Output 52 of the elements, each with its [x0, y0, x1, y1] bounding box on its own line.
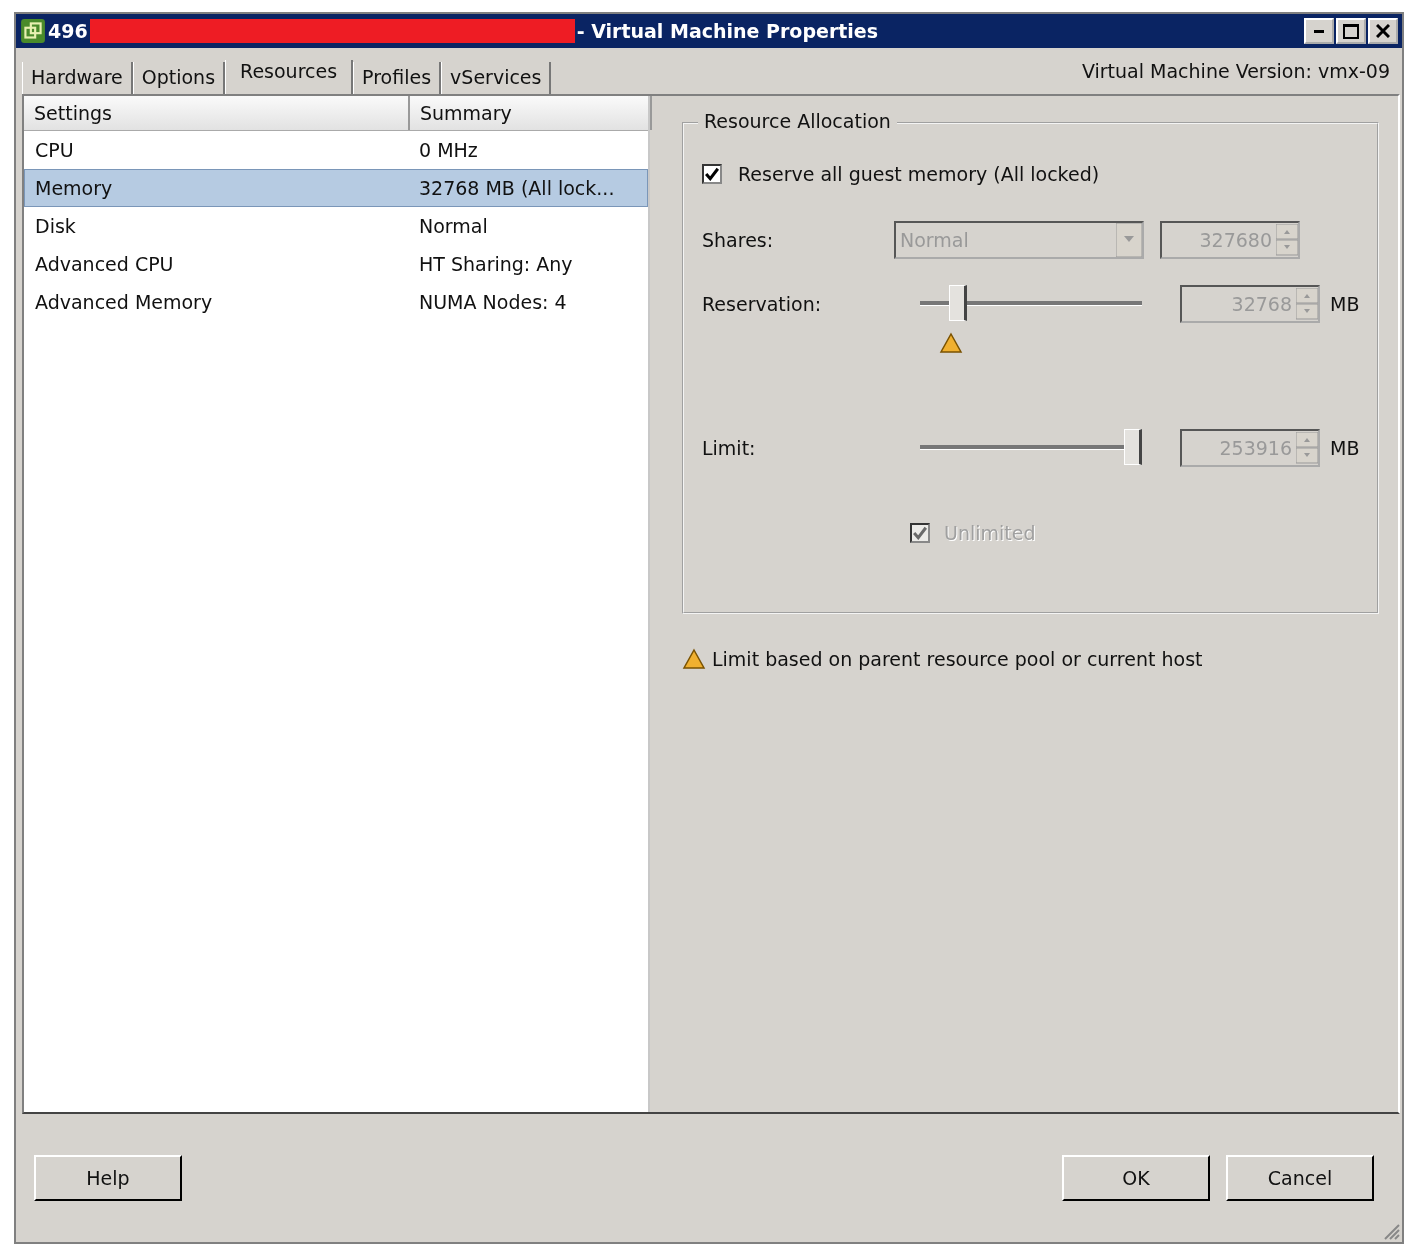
setting-summary: 0 MHz	[418, 139, 479, 161]
checkbox-label: Reserve all guest memory (All locked)	[738, 163, 1100, 185]
help-button[interactable]: Help	[34, 1155, 182, 1201]
setting-summary: 32768 MB (All lock...	[418, 177, 616, 199]
dialog-button[interactable]: OK	[1062, 1155, 1210, 1201]
minimize-button[interactable]	[1304, 18, 1334, 44]
checkmark-icon	[913, 526, 927, 540]
note-text: Limit based on parent resource pool or current host	[712, 648, 1203, 670]
minimize-icon	[1314, 29, 1324, 33]
version-label: Virtual Machine Version: vmx-09	[1081, 60, 1390, 82]
tab[interactable]: vServices	[441, 62, 552, 94]
warning-icon	[682, 648, 706, 670]
settings-row[interactable]: Memory 32768 MB (All lock...	[24, 169, 648, 207]
column-header[interactable]: Settings	[24, 96, 410, 130]
tab[interactable]: Hardware	[22, 62, 133, 94]
window-title: - Virtual Machine Properties	[576, 20, 879, 42]
maximize-button[interactable]	[1336, 18, 1366, 44]
setting-name: Disk	[34, 215, 77, 237]
settings-row[interactable]: Advanced CPU HT Sharing: Any	[24, 245, 648, 283]
tab[interactable]: Options	[132, 62, 226, 94]
dialog-button[interactable]: Cancel	[1226, 1155, 1374, 1201]
field-label: Limit:	[702, 437, 757, 459]
unit-label: MB	[1330, 293, 1360, 315]
tab[interactable]: Resources	[225, 60, 354, 94]
tab[interactable]: Profiles	[353, 62, 442, 94]
unit-label: MB	[1330, 437, 1360, 459]
settings-row[interactable]: Disk Normal	[24, 207, 648, 245]
maximize-icon	[1343, 23, 1359, 39]
limit-slider[interactable]	[920, 428, 1142, 466]
field-label: Reservation:	[702, 293, 823, 315]
close-button[interactable]	[1368, 18, 1398, 44]
field-label: Shares:	[702, 229, 775, 251]
settings-row[interactable]: CPU 0 MHz	[24, 131, 648, 169]
spinner-arrows-icon	[1296, 288, 1318, 320]
setting-name: Memory	[34, 177, 114, 199]
setting-summary: Normal	[418, 215, 489, 237]
app-icon	[20, 18, 46, 44]
setting-name: Advanced CPU	[34, 253, 175, 275]
checkmark-icon	[705, 167, 719, 181]
setting-summary: HT Sharing: Any	[418, 253, 574, 275]
window-title: 496	[48, 20, 88, 42]
column-header[interactable]: Summary	[410, 96, 652, 130]
setting-name: Advanced Memory	[34, 291, 214, 313]
setting-name: CPU	[34, 139, 75, 161]
spinner-arrows-icon	[1276, 224, 1298, 256]
settings-row[interactable]: Advanced Memory NUMA Nodes: 4	[24, 283, 648, 321]
dropdown-arrow-icon	[1116, 223, 1142, 257]
setting-summary: NUMA Nodes: 4	[418, 291, 568, 313]
reservation-slider[interactable]	[920, 284, 1142, 322]
checkbox[interactable]	[702, 164, 722, 184]
close-icon	[1376, 24, 1390, 38]
spinner-arrows-icon	[1296, 432, 1318, 464]
